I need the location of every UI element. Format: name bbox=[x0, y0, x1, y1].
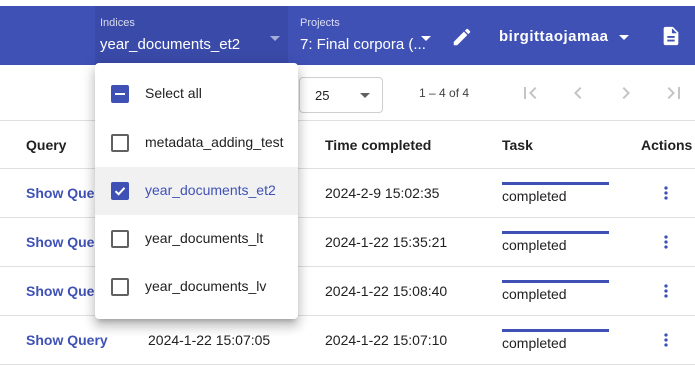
task-status: completed bbox=[502, 335, 567, 351]
edit-icon[interactable] bbox=[451, 26, 473, 48]
option-checkbox[interactable] bbox=[111, 278, 129, 296]
task-progress-bar bbox=[502, 231, 609, 234]
indices-dropdown-arrow-icon bbox=[270, 36, 280, 41]
option-checkbox[interactable] bbox=[111, 182, 129, 200]
user-menu-chevron-down-icon[interactable] bbox=[619, 35, 629, 40]
more-vert-icon[interactable] bbox=[656, 232, 676, 252]
page-size-value: 25 bbox=[315, 88, 330, 103]
table-row: Show Query 2024-1-22 15:07:05 2024-1-22 … bbox=[0, 316, 695, 365]
task-progress-bar bbox=[502, 280, 609, 283]
dropdown-option[interactable]: metadata_adding_test bbox=[95, 119, 298, 167]
time-completed-cell: 2024-1-22 15:07:10 bbox=[325, 332, 448, 348]
check-icon bbox=[114, 187, 126, 196]
select-all-option[interactable]: Select all bbox=[95, 70, 298, 118]
task-progress-bar bbox=[502, 329, 609, 332]
option-label: year_documents_lv bbox=[145, 278, 267, 294]
select-all-checkbox[interactable] bbox=[111, 85, 129, 103]
time-completed-cell: 2024-1-22 15:08:40 bbox=[325, 283, 448, 299]
indices-select[interactable]: Indices year_documents_et2 bbox=[95, 6, 288, 65]
show-query-link[interactable]: Show Query bbox=[26, 332, 108, 348]
task-status: completed bbox=[502, 188, 567, 204]
time-created-cell: 2024-1-22 15:07:05 bbox=[148, 332, 271, 348]
header-time-completed[interactable]: Time completed bbox=[325, 137, 431, 153]
projects-dropdown-arrow-icon bbox=[421, 36, 431, 41]
more-vert-icon[interactable] bbox=[656, 281, 676, 301]
indices-label: Indices bbox=[100, 17, 135, 29]
option-label: year_documents_et2 bbox=[145, 182, 276, 198]
previous-page-icon[interactable] bbox=[566, 81, 590, 105]
time-completed-cell: 2024-1-22 15:35:21 bbox=[325, 234, 448, 250]
projects-select[interactable]: Projects 7: Final corpora (... bbox=[295, 6, 440, 65]
more-vert-icon[interactable] bbox=[656, 330, 676, 350]
top-toolbar: Indices year_documents_et2 Projects 7: F… bbox=[0, 6, 695, 65]
dropdown-option[interactable]: year_documents_et2 bbox=[95, 167, 298, 215]
page-size-select[interactable]: 25 bbox=[299, 77, 383, 113]
next-page-icon[interactable] bbox=[614, 81, 638, 105]
header-actions: Actions bbox=[641, 137, 693, 153]
page-range-label: 1 – 4 of 4 bbox=[419, 86, 470, 100]
last-page-icon[interactable] bbox=[662, 81, 686, 105]
option-checkbox[interactable] bbox=[111, 230, 129, 248]
option-checkbox[interactable] bbox=[111, 134, 129, 152]
indices-value: year_documents_et2 bbox=[100, 36, 241, 53]
option-label: year_documents_lt bbox=[145, 230, 264, 246]
indeterminate-icon bbox=[115, 93, 125, 95]
select-all-label: Select all bbox=[145, 85, 202, 101]
header-task[interactable]: Task bbox=[502, 137, 533, 153]
dropdown-option[interactable]: year_documents_lt bbox=[95, 215, 298, 263]
task-status: completed bbox=[502, 237, 567, 253]
page-size-arrow-icon bbox=[360, 93, 370, 98]
header-query[interactable]: Query bbox=[26, 137, 66, 153]
projects-label: Projects bbox=[300, 17, 340, 29]
document-icon[interactable] bbox=[660, 24, 682, 48]
projects-value: 7: Final corpora (... bbox=[300, 36, 426, 53]
dropdown-option[interactable]: year_documents_lv bbox=[95, 263, 298, 311]
more-vert-icon[interactable] bbox=[656, 183, 676, 203]
indices-dropdown-panel: Select all metadata_adding_test year_doc… bbox=[95, 63, 298, 319]
username-menu[interactable]: birgittaojamaa bbox=[499, 28, 609, 45]
time-completed-cell: 2024-2-9 15:02:35 bbox=[325, 185, 440, 201]
task-progress-bar bbox=[502, 182, 609, 185]
first-page-icon[interactable] bbox=[518, 81, 542, 105]
task-status: completed bbox=[502, 286, 567, 302]
option-label: metadata_adding_test bbox=[145, 134, 284, 150]
